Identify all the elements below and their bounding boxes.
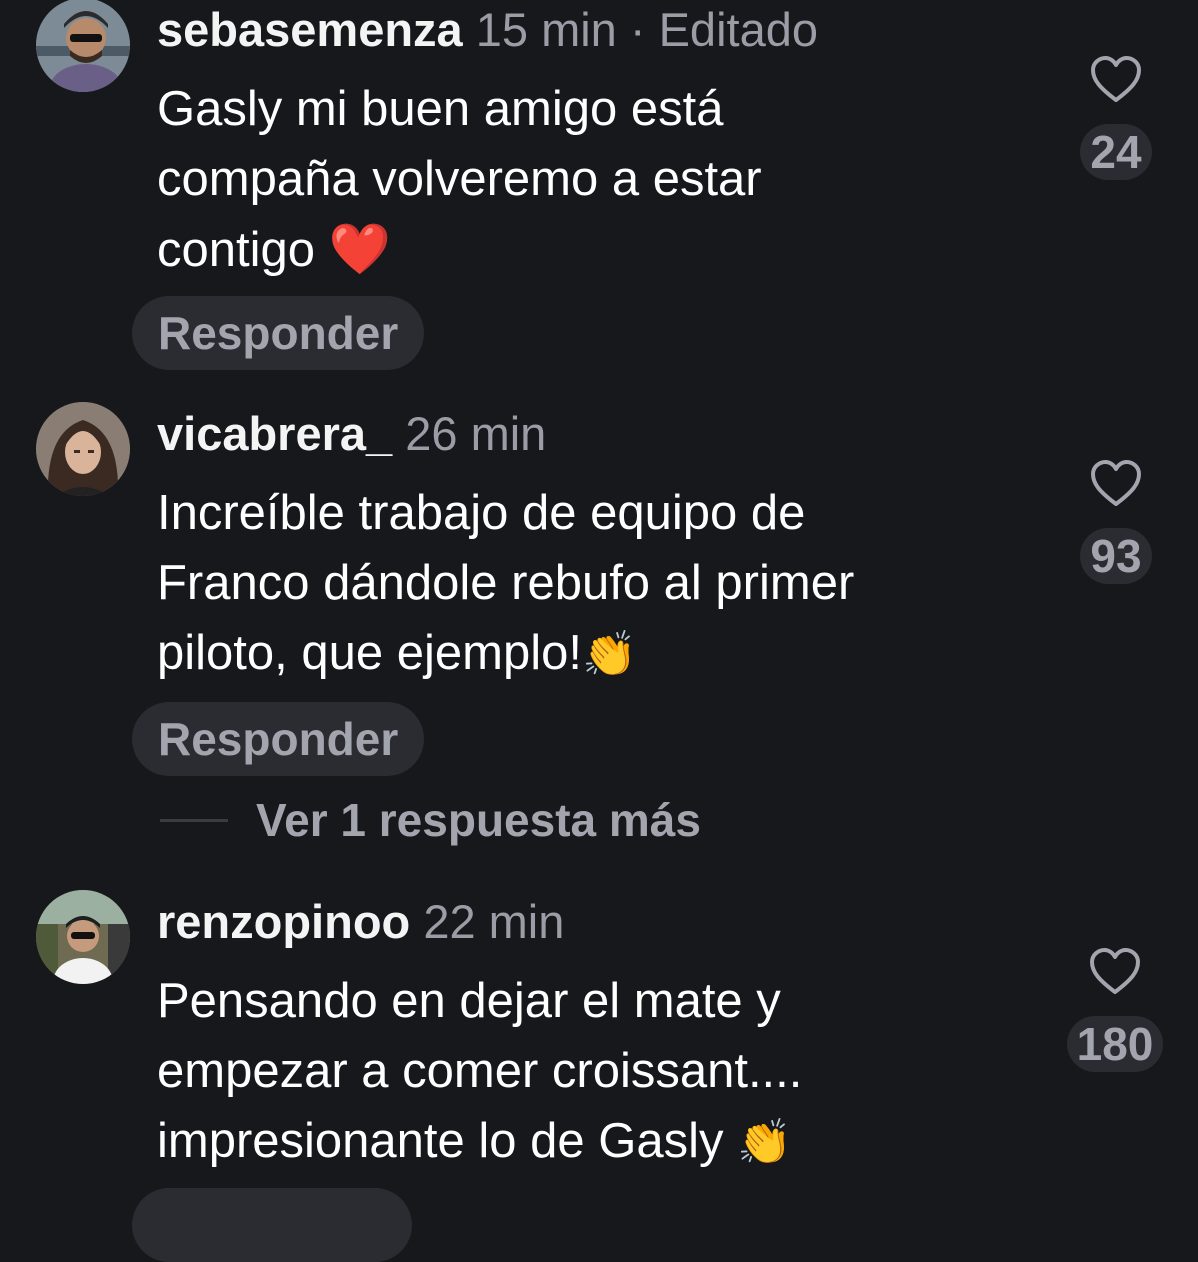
red-heart-emoji: ❤️ bbox=[328, 220, 391, 278]
comment-text: Pensando en dejar el mate y empezar a co… bbox=[157, 966, 1057, 1178]
username[interactable]: vicabrera_ bbox=[157, 407, 392, 460]
reply-button[interactable] bbox=[132, 1188, 412, 1262]
comment-line: Gasly mi buen amigo está bbox=[157, 82, 724, 136]
view-more-replies-label: Ver 1 respuesta más bbox=[256, 794, 701, 846]
comment-line: empezar a comer croissant.... bbox=[157, 1044, 803, 1098]
comment-line: Pensando en dejar el mate y bbox=[157, 974, 781, 1028]
heart-outline-icon[interactable] bbox=[1090, 56, 1142, 104]
username[interactable]: sebasemenza bbox=[157, 3, 463, 56]
like-control: 180 bbox=[1060, 948, 1170, 1072]
comment-line: Franco dándole rebufo al primer bbox=[157, 556, 855, 610]
heart-outline-icon[interactable] bbox=[1089, 948, 1141, 996]
comment-line: compaña volveremo a estar bbox=[157, 152, 762, 206]
thread-divider bbox=[160, 818, 228, 822]
comment-header: vicabrera_ 26 min bbox=[157, 406, 546, 462]
username[interactable]: renzopinoo bbox=[157, 895, 410, 948]
comment-line-last: impresionante lo de Gasly 👏 bbox=[157, 1114, 792, 1168]
comment-header: sebasemenza 15 min · Editado bbox=[157, 2, 818, 58]
like-control: 24 bbox=[1066, 56, 1166, 180]
comment-meta: 26 min bbox=[405, 407, 547, 460]
comment-meta: 22 min bbox=[423, 895, 565, 948]
clapping-hands-emoji: 👏 bbox=[737, 1117, 792, 1168]
comment-meta: 15 min · Editado bbox=[475, 3, 818, 56]
reply-button[interactable]: Responder bbox=[132, 296, 425, 370]
like-count: 93 bbox=[1080, 528, 1152, 584]
avatar[interactable] bbox=[36, 402, 130, 496]
comment-text: Gasly mi buen amigo está compaña volvere… bbox=[157, 74, 1057, 285]
reply-button[interactable]: Responder bbox=[132, 702, 425, 776]
comment-line: Increíble trabajo de equipo de bbox=[157, 486, 806, 540]
like-count: 180 bbox=[1066, 1016, 1164, 1072]
like-count: 24 bbox=[1080, 124, 1152, 180]
comment-line-last: contigo ❤️ bbox=[157, 220, 391, 278]
clapping-hands-emoji: 👏 bbox=[581, 629, 637, 680]
avatar[interactable] bbox=[36, 890, 130, 984]
avatar[interactable] bbox=[36, 0, 130, 92]
comment-header: renzopinoo 22 min bbox=[157, 894, 564, 950]
like-control: 93 bbox=[1066, 460, 1166, 584]
comment-line-last: piloto, que ejemplo!👏 bbox=[157, 626, 637, 680]
comment-text: Increíble trabajo de equipo de Franco dá… bbox=[157, 478, 1057, 690]
view-more-replies-button[interactable]: Ver 1 respuesta más bbox=[160, 790, 701, 850]
heart-outline-icon[interactable] bbox=[1090, 460, 1142, 508]
